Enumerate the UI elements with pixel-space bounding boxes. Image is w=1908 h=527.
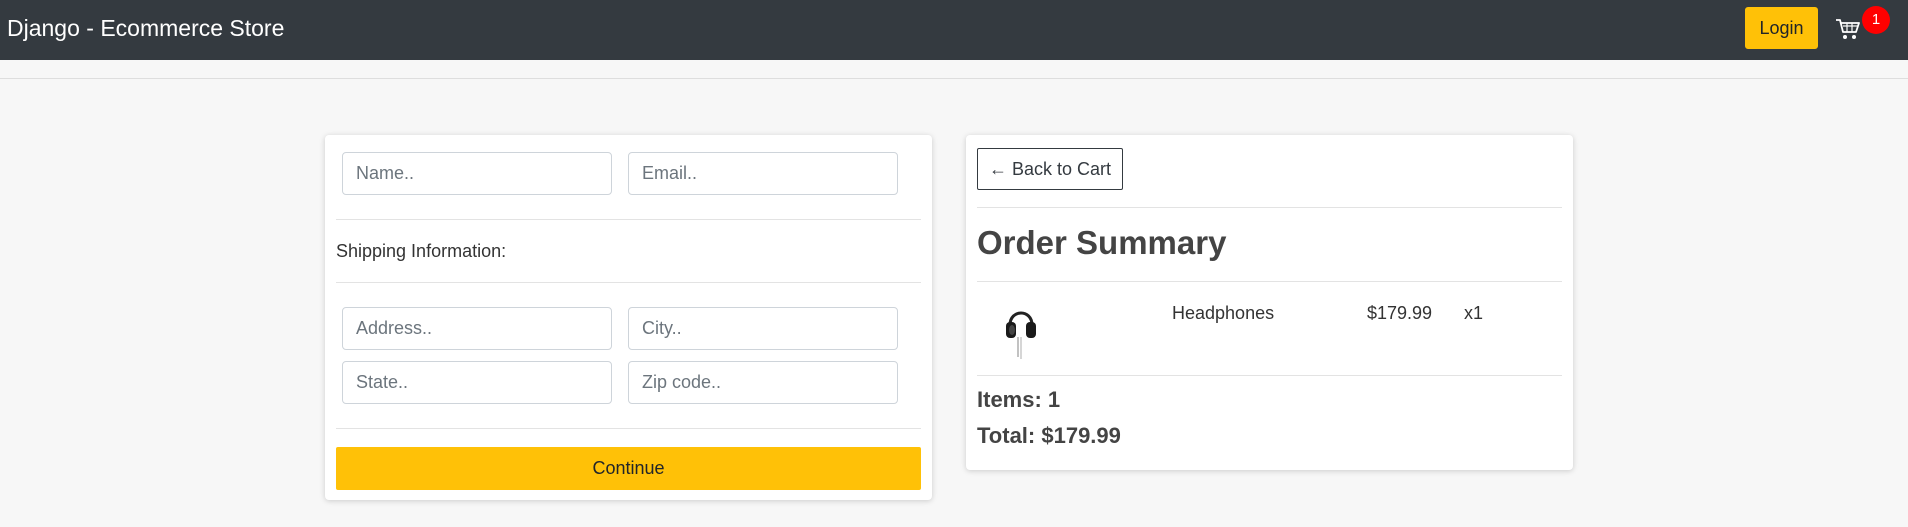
brand-link[interactable]: Django - Ecommerce Store <box>7 14 284 42</box>
address-field[interactable] <box>342 307 612 350</box>
city-field[interactable] <box>628 307 898 350</box>
state-field[interactable] <box>342 361 612 404</box>
items-count: Items: 1 <box>977 387 1061 412</box>
continue-button[interactable]: Continue <box>336 447 921 490</box>
shipping-info-label: Shipping Information: <box>336 241 507 261</box>
form-divider <box>336 219 921 220</box>
name-field[interactable] <box>342 152 612 195</box>
form-divider <box>336 428 921 429</box>
summary-divider <box>977 207 1562 208</box>
page-divider <box>0 78 1908 79</box>
order-total: Total: $179.99 <box>977 423 1121 448</box>
login-button[interactable]: Login <box>1745 7 1818 49</box>
shipping-form-card: Shipping Information: Continue <box>325 135 932 500</box>
summary-divider <box>977 375 1562 376</box>
summary-divider <box>977 281 1562 282</box>
order-summary-title: Order Summary <box>977 224 1227 261</box>
zip-code-field[interactable] <box>628 361 898 404</box>
form-divider <box>336 282 921 283</box>
order-summary-card: ← Back to Cart Order Summary Headphones … <box>966 135 1573 470</box>
back-to-cart-button[interactable]: ← Back to Cart <box>977 148 1123 190</box>
cart-icon[interactable] <box>1835 16 1861 42</box>
headphones-icon <box>1006 311 1036 359</box>
email-field[interactable] <box>628 152 898 195</box>
navbar: Django - Ecommerce Store Login 1 <box>0 0 1908 60</box>
item-quantity: x1 <box>1464 303 1484 323</box>
cart-count-badge: 1 <box>1862 6 1890 34</box>
item-name: Headphones <box>1172 303 1275 323</box>
item-price: $179.99 <box>1367 303 1433 323</box>
